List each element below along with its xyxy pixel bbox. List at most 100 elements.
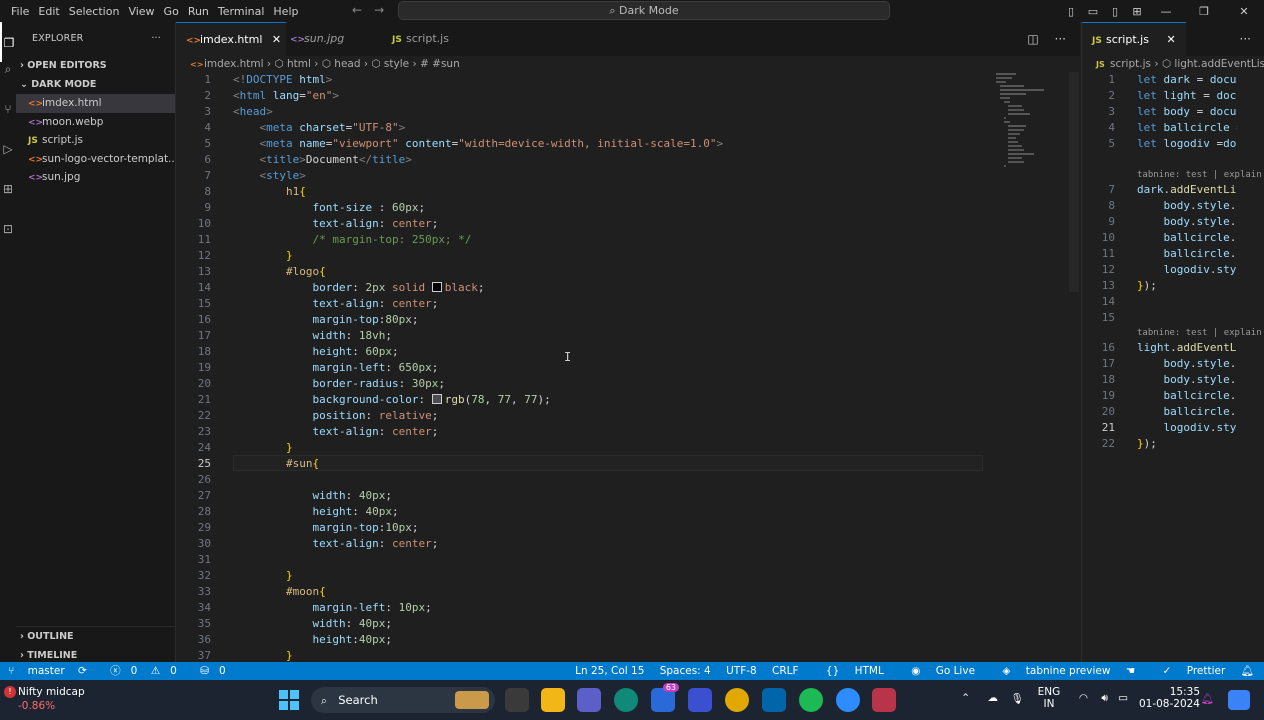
spotify-icon[interactable] [799, 688, 823, 712]
zoom-icon[interactable] [836, 688, 860, 712]
cloud-icon[interactable]: ☁ [988, 692, 999, 704]
source-control-icon[interactable]: ⑂ [0, 102, 16, 142]
problems-indicator[interactable]: ⓧ 0 ⚠ 0 [110, 665, 187, 677]
color-swatch[interactable] [431, 394, 442, 404]
go-live-button[interactable]: ◉ Go Live [899, 665, 975, 677]
clock[interactable]: 15:35 01-08-2024 [1134, 686, 1200, 710]
maximize-icon[interactable]: ❐ [1184, 5, 1224, 18]
explorer-icon[interactable]: ❐ [0, 22, 16, 62]
language-mode[interactable]: {} HTML [814, 665, 884, 677]
prettier-status[interactable]: ✓ Prettier [1151, 665, 1226, 677]
color-swatch[interactable] [431, 282, 442, 292]
code-editor[interactable]: 1 <!DOCTYPE html> 2 <html lang="en"> 3 <… [176, 72, 1080, 662]
chrome-icon[interactable] [725, 688, 749, 712]
file-sun-jpg[interactable]: <>sun.jpg [16, 168, 175, 187]
tab-imdex-html[interactable]: <>imdex.html ✕ [176, 22, 286, 56]
tab-script-js[interactable]: JS script.js ✕ [1082, 22, 1186, 56]
minimap[interactable] [996, 72, 1056, 192]
chevron-right-icon: › [1154, 58, 1162, 70]
line-endings[interactable]: CRLF [772, 665, 799, 677]
task-view-icon[interactable] [505, 688, 529, 712]
tabnine-codelens[interactable]: tabnine: test | explain | [1137, 328, 1261, 338]
breadcrumb-item[interactable]: imdex.html [204, 58, 264, 70]
forward-arrow-icon[interactable]: → [374, 3, 384, 17]
notifications-bell-icon[interactable]: 🔔︎ [1241, 665, 1254, 677]
file-sun-logo[interactable]: <>sun-logo-vector-templat... [16, 150, 175, 169]
file-script-js[interactable]: JS script.js [16, 131, 175, 150]
tabnine-codelens[interactable]: tabnine: test | explain | [1137, 170, 1261, 180]
vscode-icon[interactable] [762, 688, 786, 712]
more-actions-icon[interactable]: ··· [1055, 32, 1066, 46]
breadcrumb-item[interactable]: head [334, 58, 360, 70]
copilot-icon[interactable] [1228, 690, 1250, 710]
language-indicator[interactable]: ENG IN [1036, 686, 1062, 710]
breadcrumb-item[interactable]: style [384, 58, 409, 70]
file-imdex-html[interactable]: <>imdex.html [16, 94, 175, 113]
layout-icon[interactable]: ⊞ [1126, 5, 1148, 18]
more-actions-icon[interactable]: ··· [1240, 22, 1251, 56]
split-code-editor[interactable]: 1 let dark = docum 2 let light = docu 3 … [1082, 72, 1264, 662]
ports-indicator[interactable]: ⛁ 0 [200, 665, 236, 677]
minimize-icon[interactable]: — [1148, 5, 1184, 18]
split-editor-icon[interactable]: ◫ [1027, 32, 1038, 46]
battery-icon[interactable]: ▭ [1118, 692, 1128, 704]
tab-script-js[interactable]: JS script.js [382, 22, 482, 56]
folder-section[interactable]: ⌄ DARK MODE [16, 75, 175, 94]
scrollbar-thumb[interactable] [1069, 72, 1079, 292]
git-branch[interactable]: ⑂ master ⟳ [8, 665, 97, 677]
file-moon-webp[interactable]: <>moon.webp [16, 113, 175, 132]
menu-file[interactable]: File [0, 5, 38, 18]
breadcrumb-item[interactable]: script.js [1110, 58, 1151, 70]
notification-bell-icon[interactable]: 🔔︎ [1201, 692, 1214, 705]
menu-help[interactable]: Help [273, 5, 307, 18]
prettier-label: Prettier [1186, 665, 1226, 677]
toggle-panel-icon[interactable]: ▭ [1082, 5, 1104, 18]
toggle-sidebar-icon[interactable]: ▯ [1060, 5, 1082, 18]
wifi-icon[interactable]: ◠ [1079, 692, 1088, 704]
tab-sun-jpg[interactable]: <>sun.jpg [280, 22, 378, 56]
remote-icon[interactable]: ⊡ [0, 222, 16, 262]
mail-icon[interactable]: 63 [651, 683, 679, 712]
encoding[interactable]: UTF-8 [726, 665, 757, 677]
close-icon[interactable]: ✕ [1166, 33, 1175, 46]
edge-icon[interactable] [614, 688, 638, 712]
volume-icon[interactable]: 🔊︎ [1101, 692, 1108, 705]
indentation[interactable]: Spaces: 4 [660, 665, 711, 677]
snipping-tool-icon[interactable] [872, 688, 896, 712]
store-icon[interactable] [688, 688, 712, 712]
outline-section[interactable]: › OUTLINE [16, 626, 175, 646]
toggle-secondary-sidebar-icon[interactable]: ▯ [1104, 5, 1126, 18]
code-line: /* margin-top: 250px; */ [312, 233, 472, 246]
command-center-search[interactable]: ⌕ Dark Mode [398, 1, 890, 20]
breadcrumb-item[interactable]: light.addEventListe [1174, 58, 1264, 70]
menu-view[interactable]: View [128, 5, 163, 18]
menu-edit[interactable]: Edit [38, 5, 68, 18]
more-actions-icon[interactable]: ··· [151, 22, 161, 56]
microphone-icon[interactable]: 🎙︎ [1011, 692, 1024, 705]
taskbar-search[interactable]: ⌕ Search [311, 687, 495, 713]
braces-icon: {} [825, 665, 843, 677]
tabnine-status[interactable]: ◈ tabnine preview ☚ [990, 665, 1135, 677]
widgets-button[interactable]: ! Nifty midcap -0.86% [4, 686, 85, 712]
run-debug-icon[interactable]: ▷ [0, 142, 16, 182]
code-line: background-color: rgb(78, 77, 77); [312, 393, 551, 406]
back-arrow-icon[interactable]: ← [352, 3, 362, 17]
split-editor-tabs: JS script.js ✕ ··· [1082, 22, 1264, 56]
open-editors-section[interactable]: › OPEN EDITORS [16, 56, 175, 75]
file-explorer-icon[interactable] [541, 688, 565, 712]
editor-scrollbar[interactable] [1069, 72, 1079, 662]
windows-start-icon[interactable] [278, 689, 300, 711]
menu-terminal[interactable]: Terminal [218, 5, 274, 18]
cursor-position[interactable]: Ln 25, Col 15 [575, 665, 644, 677]
tab-label: sun.jpg [304, 32, 345, 45]
breadcrumb-item[interactable]: #sun [432, 58, 460, 70]
close-window-icon[interactable]: ✕ [1224, 5, 1264, 18]
teams-icon[interactable] [577, 688, 601, 712]
search-icon[interactable]: ⌕ [0, 62, 16, 102]
menu-run[interactable]: Run [188, 5, 218, 18]
breadcrumb-item[interactable]: html [287, 58, 311, 70]
menu-go[interactable]: Go [164, 5, 188, 18]
extensions-icon[interactable]: ⊞ [0, 182, 16, 222]
menu-selection[interactable]: Selection [69, 5, 129, 18]
chevron-up-icon[interactable]: ⌃ [961, 692, 970, 704]
